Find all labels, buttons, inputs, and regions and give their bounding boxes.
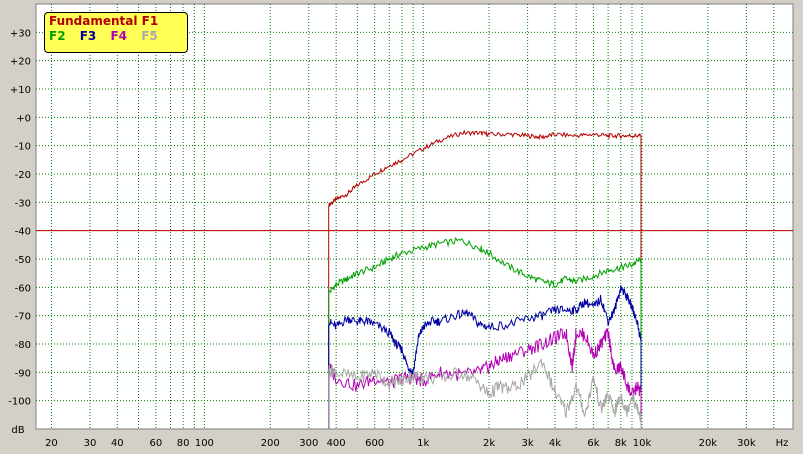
legend-item-f3: F3: [79, 29, 97, 43]
y-axis-label: dB: [11, 425, 24, 436]
x-tick-label: 40: [111, 438, 124, 449]
x-tick-label: 30: [84, 438, 97, 449]
x-tick-label: 1k: [417, 438, 429, 449]
y-tick-label: -40: [15, 227, 31, 238]
x-tick-label: 10k: [633, 438, 652, 449]
legend-item-f1: Fundamental F1: [49, 14, 159, 28]
harmonic-distortion-chart: +30 +20 +10 +0 -10 -20 -30 -40 -50 -60 -70 -80 -90 -1…: [0, 0, 803, 454]
x-tick-label: 6k: [587, 438, 599, 449]
x-tick-label: 20: [45, 438, 58, 449]
y-tick-label: -80: [15, 340, 31, 351]
x-tick-label: 2k: [483, 438, 495, 449]
y-tick-label: -70: [15, 312, 31, 323]
y-tick-label: +20: [10, 57, 31, 68]
legend: Fundamental F1 F2 F3 F4 F5: [44, 12, 188, 53]
x-tick-label: 60: [149, 438, 162, 449]
x-tick-label: 30k: [737, 438, 756, 449]
x-tick-label: 200: [261, 438, 280, 449]
x-tick-label: 8k: [615, 438, 627, 449]
y-tick-label: +30: [10, 28, 31, 39]
x-tick-label: 3k: [521, 438, 533, 449]
x-tick-label: 300: [299, 438, 318, 449]
x-tick-label: 80: [177, 438, 190, 449]
y-tick-label: +0: [16, 113, 31, 124]
x-tick-label: 20k: [699, 438, 718, 449]
y-tick-label: -30: [15, 198, 31, 209]
y-tick-label: -90: [15, 368, 31, 379]
x-tick-label: 100: [195, 438, 214, 449]
y-tick-label: -50: [15, 255, 31, 266]
x-tick-label: 600: [365, 438, 384, 449]
legend-row-1: Fundamental F1: [49, 14, 187, 29]
legend-item-f2: F2: [49, 29, 66, 43]
legend-item-f5: F5: [141, 29, 158, 43]
x-tick-label: 4k: [549, 438, 561, 449]
x-tick-label: 400: [327, 438, 346, 449]
y-tick-label: -100: [8, 397, 31, 408]
x-axis-unit: Hz: [776, 438, 789, 449]
legend-item-f4: F4: [110, 29, 128, 43]
y-tick-label: -10: [15, 142, 31, 153]
legend-row-2: F2 F3 F4 F5: [49, 29, 187, 44]
chart-svg: +30 +20 +10 +0 -10 -20 -30 -40 -50 -60 -70 -80 -90 -1…: [8, 3, 794, 449]
y-tick-label: -60: [15, 283, 31, 294]
y-tick-label: -20: [15, 170, 31, 181]
y-tick-label: +10: [10, 85, 31, 96]
